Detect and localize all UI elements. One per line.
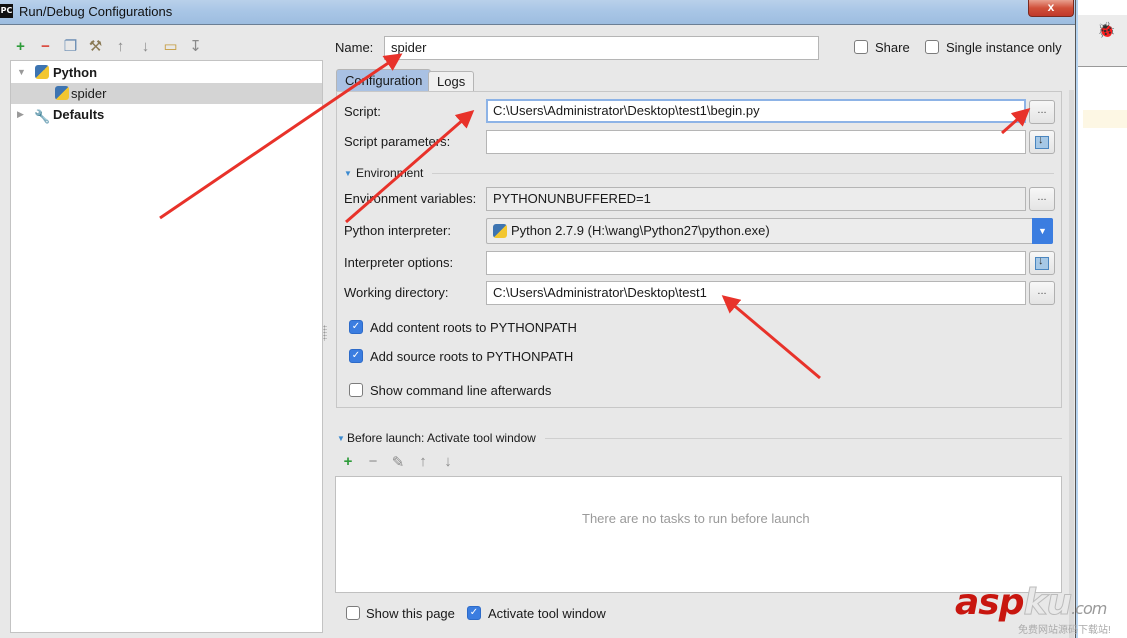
script-parameters-label: Script parameters: [344, 134, 451, 149]
script-browse-button[interactable]: ... [1029, 100, 1055, 124]
background-line-highlight [1083, 110, 1127, 128]
tree-item-spider[interactable]: spider [11, 83, 322, 104]
close-window-button[interactable]: x [1028, 0, 1074, 17]
expand-arrow-icon[interactable]: ▼ [17, 62, 26, 83]
tab-configuration[interactable]: Configuration [336, 69, 432, 91]
environment-variables-input[interactable]: PYTHONUNBUFFERED=1 [486, 187, 1026, 211]
add-icon[interactable]: + [12, 38, 29, 55]
copy-icon[interactable]: ❐ [62, 38, 79, 55]
script-input[interactable]: C:\Users\Administrator\Desktop\test1\beg… [486, 99, 1026, 123]
title-bar: PC Run/Debug Configurations [0, 0, 1077, 25]
working-directory-browse-button[interactable]: ... [1029, 281, 1055, 305]
empty-tasks-message: There are no tasks to run before launch [582, 511, 810, 526]
single-instance-label: Single instance only [946, 40, 1062, 55]
add-source-roots-label: Add source roots to PYTHONPATH [370, 349, 574, 364]
debug-bug-icon: 🐞 [1097, 22, 1116, 39]
show-this-page-label: Show this page [366, 606, 455, 621]
working-directory-input[interactable]: C:\Users\Administrator\Desktop\test1 [486, 281, 1026, 305]
name-label: Name: [335, 40, 374, 55]
add-source-roots-checkbox[interactable]: ✓ [349, 349, 363, 363]
tree-item-label: Defaults [53, 107, 105, 122]
tree-item-label: Python [53, 65, 98, 80]
interpreter-options-input[interactable] [486, 251, 1026, 275]
before-launch-toolbar: + − ✎ ↑ ↓ [340, 453, 456, 471]
configurations-tree: ▼ Python spider ▶ 🔧 Defaults [10, 60, 323, 633]
python-interpreter-label: Python interpreter: [344, 223, 451, 238]
interpreter-options-expand-button[interactable] [1029, 251, 1055, 275]
remove-task-icon[interactable]: − [365, 453, 381, 471]
python-interpreter-dropdown[interactable]: Python 2.7.9 (H:\wang\Python27\python.ex… [486, 218, 1053, 244]
tree-item-label: spider [71, 86, 107, 101]
dialog-right-border [1075, 0, 1078, 638]
show-command-line-checkbox[interactable] [349, 383, 363, 397]
python-icon [493, 224, 507, 238]
vertical-scrollbar[interactable] [1069, 90, 1074, 638]
before-launch-collapse-icon[interactable]: ▼ [337, 434, 345, 443]
interpreter-options-label: Interpreter options: [344, 255, 454, 270]
pycharm-app-icon: PC [0, 4, 13, 18]
window-title: Run/Debug Configurations [19, 4, 173, 19]
environment-variables-browse-button[interactable]: ... [1029, 187, 1055, 211]
activate-tool-window-label: Activate tool window [488, 606, 606, 621]
environment-collapse-icon[interactable]: ▼ [344, 169, 352, 178]
move-task-up-icon[interactable]: ↑ [415, 453, 431, 471]
activate-tool-window-checkbox[interactable]: ✓ [467, 606, 481, 620]
working-directory-label: Working directory: [344, 285, 449, 300]
move-down-icon[interactable]: ↓ [137, 38, 154, 55]
script-parameters-input[interactable] [486, 130, 1026, 154]
before-launch-tasks-list[interactable] [335, 476, 1062, 593]
section-divider [545, 438, 1062, 439]
environment-variables-label: Environment variables: [344, 191, 477, 206]
name-input[interactable]: spider [384, 36, 819, 60]
before-launch-title: Before launch: Activate tool window [347, 431, 536, 445]
background-ide-window [1078, 0, 1127, 638]
script-label: Script: [344, 104, 381, 119]
add-task-icon[interactable]: + [340, 453, 356, 471]
share-label: Share [875, 40, 910, 55]
tree-item-python[interactable]: ▼ Python [11, 62, 322, 83]
insert-macro-icon [1035, 131, 1049, 149]
python-icon [35, 65, 49, 79]
tree-item-defaults[interactable]: ▶ 🔧 Defaults [11, 104, 322, 125]
move-task-down-icon[interactable]: ↓ [440, 453, 456, 471]
configurations-toolbar: + − ❐ ⚒ ↑ ↓ ▭ ↧ [12, 36, 204, 56]
insert-macro-icon [1035, 252, 1049, 270]
chevron-down-icon[interactable]: ▼ [1032, 218, 1053, 244]
watermark-suffix: .com [1071, 599, 1107, 618]
splitter-handle[interactable] [323, 325, 327, 341]
environment-section-title: Environment [356, 166, 424, 180]
edit-task-icon[interactable]: ✎ [390, 453, 406, 471]
script-parameters-expand-button[interactable] [1029, 130, 1055, 154]
section-divider [432, 173, 1054, 174]
sort-icon[interactable]: ↧ [187, 38, 204, 55]
share-checkbox[interactable] [854, 40, 868, 54]
show-this-page-checkbox[interactable] [346, 606, 360, 620]
single-instance-checkbox[interactable] [925, 40, 939, 54]
python-interpreter-value: Python 2.7.9 (H:\wang\Python27\python.ex… [511, 223, 770, 238]
folder-icon[interactable]: ▭ [162, 38, 179, 55]
tab-logs[interactable]: Logs [428, 71, 475, 91]
watermark-brand-white: ku [1023, 582, 1073, 624]
collapse-arrow-icon[interactable]: ▶ [17, 104, 24, 125]
python-icon [55, 86, 69, 100]
add-content-roots-label: Add content roots to PYTHONPATH [370, 320, 577, 335]
edit-defaults-icon[interactable]: ⚒ [87, 38, 104, 55]
move-up-icon[interactable]: ↑ [112, 38, 129, 55]
watermark-subtitle: 免费网站源码下载站! [1018, 625, 1111, 636]
watermark-logo: aspku.com [955, 582, 1107, 624]
add-content-roots-checkbox[interactable]: ✓ [349, 320, 363, 334]
remove-icon[interactable]: − [37, 38, 54, 55]
show-command-line-label: Show command line afterwards [370, 383, 552, 398]
wrench-icon: 🔧 [34, 109, 51, 124]
watermark-brand-red: asp [955, 582, 1024, 623]
